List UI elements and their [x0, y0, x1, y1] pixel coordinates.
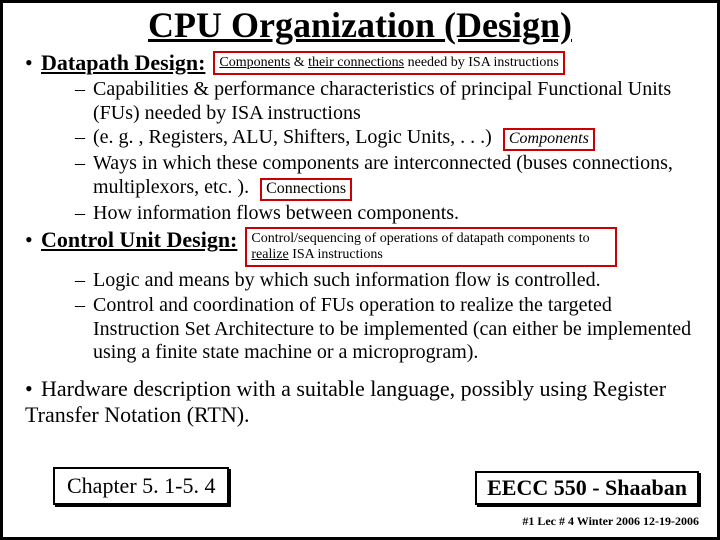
list-text: Logic and means by which such informatio…	[93, 269, 699, 293]
page-title: CPU Organization (Design)	[21, 4, 699, 46]
list-text: Ways in which these components are inter…	[93, 152, 699, 200]
chapter-box: Chapter 5. 1-5. 4	[53, 467, 229, 505]
list-item: – Logic and means by which such informat…	[75, 269, 699, 293]
footer-meta: #1 Lec # 4 Winter 2006 12-19-2006	[522, 514, 699, 529]
dash-icon: –	[75, 202, 93, 226]
dash-icon: –	[75, 294, 93, 318]
datapath-heading-row: • Datapath Design: Components & their co…	[21, 50, 699, 76]
dash-icon: –	[75, 269, 93, 293]
slide: CPU Organization (Design) • Datapath Des…	[0, 0, 720, 540]
item-text: (e. g. , Registers, ALU, Shifters, Logic…	[93, 126, 492, 148]
list-item: – (e. g. , Registers, ALU, Shifters, Log…	[75, 126, 699, 151]
dash-icon: –	[75, 78, 93, 102]
list-text: How information flows between components…	[93, 202, 699, 226]
list-item: – Control and coordination of FUs operat…	[75, 294, 699, 365]
hardware-bullet: •Hardware description with a suitable la…	[21, 376, 699, 428]
dash-icon: –	[75, 152, 93, 176]
list-text: Capabilities & performance characteristi…	[93, 78, 699, 125]
control-heading: Control Unit Design:	[41, 227, 237, 253]
control-callout: Control/sequencing of operations of data…	[245, 227, 617, 267]
hardware-text: Hardware description with a suitable lan…	[25, 376, 666, 427]
datapath-heading: Datapath Design:	[41, 50, 205, 76]
control-list: – Logic and means by which such informat…	[75, 269, 699, 364]
list-item: – How information flows between componen…	[75, 202, 699, 226]
item-text: Ways in which these components are inter…	[93, 152, 673, 198]
bullet-icon: •	[25, 376, 41, 402]
datapath-list: – Capabilities & performance characteris…	[75, 78, 699, 225]
list-item: – Ways in which these components are int…	[75, 152, 699, 200]
list-item: – Capabilities & performance characteris…	[75, 78, 699, 125]
bullet-icon: •	[25, 227, 41, 253]
bullet-icon: •	[25, 50, 41, 76]
components-box: Components	[503, 128, 595, 151]
list-text: (e. g. , Registers, ALU, Shifters, Logic…	[93, 126, 699, 151]
course-box: EECC 550 - Shaaban	[475, 471, 699, 505]
control-heading-row: • Control Unit Design: Control/sequencin…	[21, 227, 699, 267]
list-text: Control and coordination of FUs operatio…	[93, 294, 699, 365]
dash-icon: –	[75, 126, 93, 150]
datapath-callout: Components & their connections needed by…	[213, 51, 564, 75]
connections-box: Connections	[260, 178, 352, 201]
